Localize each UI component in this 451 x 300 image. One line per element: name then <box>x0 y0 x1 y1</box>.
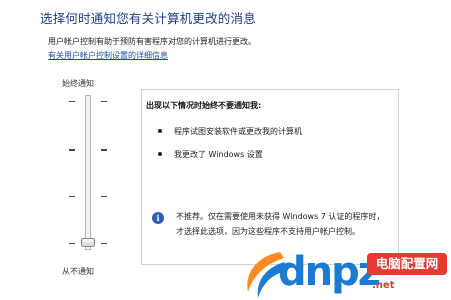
list-item-text: 我更改了 Windows 设置 <box>174 150 263 159</box>
slider-top-label: 始终通知 <box>62 79 94 88</box>
watermark-url: .net <box>372 280 395 291</box>
slider-tick <box>101 101 107 102</box>
bullet-icon <box>158 152 162 156</box>
slider-tick <box>69 149 75 151</box>
slider-tick <box>101 196 107 197</box>
page-title: 选择何时通知您有关计算机更改的消息 <box>40 11 256 26</box>
recommendation-note: 不推荐。仅在需要使用未获得 Windows 7 认证的程序时，才选择此选项，因为… <box>176 212 385 236</box>
slider-thumb[interactable] <box>81 238 95 247</box>
slider-tick <box>101 243 107 244</box>
slider-tick <box>101 149 107 151</box>
bullet-icon <box>158 129 162 133</box>
notification-slider-track[interactable] <box>85 95 91 250</box>
uac-help-link[interactable]: 有关用户帐户控制设置的详细信息 <box>48 50 168 61</box>
slider-bottom-label: 从不通知 <box>62 267 94 276</box>
panel-heading: 出现以下情况时始终不要通知我: <box>146 101 262 110</box>
watermark-badge: 电脑配置网 <box>367 253 447 275</box>
list-item-text: 程序试图安装软件或更改我的计算机 <box>174 127 302 136</box>
slider-tick <box>69 196 75 197</box>
slider-tick <box>69 243 75 244</box>
watermark-logo: dnpz <box>278 249 381 295</box>
uac-description: 用户帐户控制有助于预防有害程序对您的计算机进行更改。 <box>48 37 256 46</box>
slider-tick <box>69 101 75 102</box>
info-icon: i <box>152 212 164 224</box>
